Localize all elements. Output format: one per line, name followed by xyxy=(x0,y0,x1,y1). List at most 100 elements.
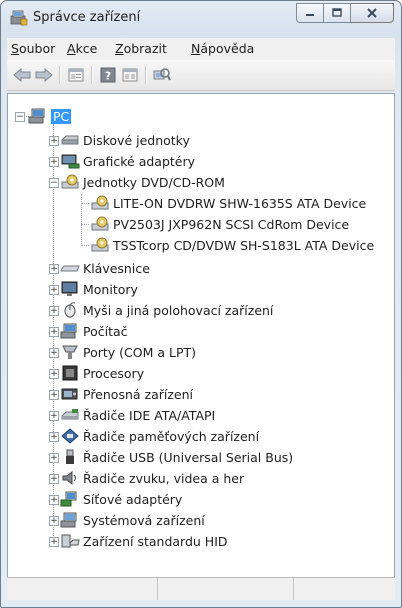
expand-toggle[interactable]: + xyxy=(49,411,59,421)
scan-hardware-icon[interactable] xyxy=(153,67,171,83)
tree-item-label: Monitory xyxy=(83,281,138,297)
dvd-drive-icon xyxy=(60,174,80,190)
tree-item-label: Jednotky DVD/CD-ROM xyxy=(83,174,225,190)
maximize-icon xyxy=(332,8,342,17)
tree-item-label: Porty (COM a LPT) xyxy=(83,344,197,360)
tree-guide-line xyxy=(81,224,89,225)
tree-item-label: Řadiče USB (Universal Serial Bus) xyxy=(83,449,294,465)
tree-item-monitors[interactable]: Monitory xyxy=(60,279,138,299)
menu-bar: Soubor Akce Zobrazit Nápověda xyxy=(7,37,395,60)
expand-toggle[interactable]: + xyxy=(49,136,59,146)
toolbar: ? xyxy=(7,60,395,91)
title-bar[interactable]: Správce zařízení xyxy=(1,1,401,35)
disk-drive-icon xyxy=(60,132,80,148)
usb-controller-icon xyxy=(60,449,80,465)
expand-toggle[interactable]: + xyxy=(49,390,59,400)
tree-item-system-devices[interactable]: Systémová zařízení xyxy=(60,510,205,530)
tree-guide-line xyxy=(81,203,89,204)
status-cell xyxy=(7,578,158,600)
expand-toggle[interactable]: + xyxy=(49,495,59,505)
tree-item-storage-controllers[interactable]: Řadiče paměťových zařízení xyxy=(60,426,259,446)
window-title: Správce zařízení xyxy=(33,10,141,25)
tree-item-label: Počítač xyxy=(83,323,128,339)
tree-child-device[interactable]: TSSTcorp CD/DVDW SH-S183L ATA Device xyxy=(90,235,374,255)
dvd-drive-icon xyxy=(90,216,110,232)
tree-item-processors[interactable]: Procesory xyxy=(60,363,144,383)
menu-napoveda[interactable]: Nápověda xyxy=(191,41,254,56)
monitor-icon xyxy=(60,281,80,297)
expand-toggle[interactable]: + xyxy=(49,453,59,463)
device-manager-app-icon xyxy=(10,10,28,26)
close-icon xyxy=(367,8,377,18)
tree-item-network-adapters[interactable]: Síťové adaptéry xyxy=(60,489,182,509)
expand-toggle[interactable]: + xyxy=(49,285,59,295)
expand-toggle[interactable]: + xyxy=(49,348,59,358)
tree-item-usb-controllers[interactable]: Řadiče USB (Universal Serial Bus) xyxy=(60,447,293,467)
tree-item-ports[interactable]: Porty (COM a LPT) xyxy=(60,342,196,362)
expand-toggle[interactable]: + xyxy=(49,327,59,337)
menu-soubor[interactable]: Soubor xyxy=(11,41,55,56)
menu-akce[interactable]: Akce xyxy=(67,41,97,56)
minimize-button[interactable] xyxy=(296,3,324,23)
collapse-toggle[interactable]: − xyxy=(15,112,25,122)
ide-controller-icon xyxy=(60,407,80,423)
help-icon[interactable]: ? xyxy=(99,67,117,83)
tree-item-label: Systémová zařízení xyxy=(83,512,205,528)
back-arrow-icon[interactable] xyxy=(13,67,31,83)
tree-child-device[interactable]: PV2503J JXP962N SCSI CdRom Device xyxy=(90,214,349,234)
minimize-icon xyxy=(306,14,314,16)
expand-toggle[interactable]: + xyxy=(49,432,59,442)
maximize-button[interactable] xyxy=(324,3,351,23)
tree-item-ide-controllers[interactable]: Řadiče IDE ATA/ATAPI xyxy=(60,405,215,425)
tree-child-label: PV2503J JXP962N SCSI CdRom Device xyxy=(113,216,350,232)
expand-toggle[interactable]: + xyxy=(49,537,59,547)
tree-child-label: LITE-ON DVDRW SHW-1635S ATA Device xyxy=(113,195,367,211)
tree-item-label: Klávesnice xyxy=(83,260,150,276)
sound-icon xyxy=(60,470,80,486)
collapse-toggle[interactable]: − xyxy=(49,178,59,188)
tree-item-sound-controllers[interactable]: Řadiče zvuku, videa a her xyxy=(60,468,244,488)
toolbar-separator xyxy=(91,66,93,84)
tree-item-label: Myši a jiná polohovací zařízení xyxy=(83,302,274,318)
tree-guide-line xyxy=(81,245,89,246)
tree-child-device[interactable]: LITE-ON DVDRW SHW-1635S ATA Device xyxy=(90,193,366,213)
tree-root-pc[interactable]: PC xyxy=(28,106,72,126)
expand-toggle[interactable]: + xyxy=(49,474,59,484)
tree-item-label: Řadiče zvuku, videa a her xyxy=(83,470,245,486)
network-adapter-icon xyxy=(60,491,80,507)
expand-toggle[interactable]: + xyxy=(49,157,59,167)
tree-item-keyboards[interactable]: Klávesnice xyxy=(60,258,150,278)
menu-zobrazit[interactable]: Zobrazit xyxy=(115,41,167,56)
properties-icon[interactable] xyxy=(67,67,85,83)
expand-toggle[interactable]: + xyxy=(49,516,59,526)
tree-item-dvd-cdrom[interactable]: Jednotky DVD/CD-ROM xyxy=(60,172,225,192)
expand-toggle[interactable]: + xyxy=(49,264,59,274)
show-hide-console-tree-icon[interactable] xyxy=(121,67,139,83)
dvd-drive-icon xyxy=(90,195,110,211)
tree-item-label: Procesory xyxy=(83,365,145,381)
portable-device-icon xyxy=(60,386,80,402)
tree-item-portable-devices[interactable]: Přenosná zařízení xyxy=(60,384,193,404)
tree-guide-line xyxy=(81,194,82,246)
tree-item-computer[interactable]: Počítač xyxy=(60,321,128,341)
expand-toggle[interactable]: + xyxy=(49,306,59,316)
svg-text:?: ? xyxy=(105,70,111,83)
keyboard-icon xyxy=(60,260,80,276)
status-cell xyxy=(158,578,294,600)
processor-icon xyxy=(60,365,80,381)
device-tree[interactable]: − PC + Diskové jednotky + Grafické adapt… xyxy=(7,93,395,595)
close-button[interactable] xyxy=(351,3,394,23)
tree-item-display-adapters[interactable]: Grafické adaptéry xyxy=(60,151,195,171)
system-device-icon xyxy=(60,512,80,528)
storage-controller-icon xyxy=(60,428,80,444)
tree-item-mice[interactable]: Myši a jiná polohovací zařízení xyxy=(60,300,273,320)
tree-item-disk-drives[interactable]: Diskové jednotky xyxy=(60,130,190,150)
tree-item-label: Diskové jednotky xyxy=(83,132,190,148)
forward-arrow-icon[interactable] xyxy=(35,67,53,83)
tree-item-hid-devices[interactable]: Zařízení standardu HID xyxy=(60,531,228,551)
hid-icon xyxy=(60,533,80,549)
toolbar-separator xyxy=(145,66,147,84)
status-bar xyxy=(7,577,395,600)
display-adapter-icon xyxy=(60,153,80,169)
expand-toggle[interactable]: + xyxy=(49,369,59,379)
